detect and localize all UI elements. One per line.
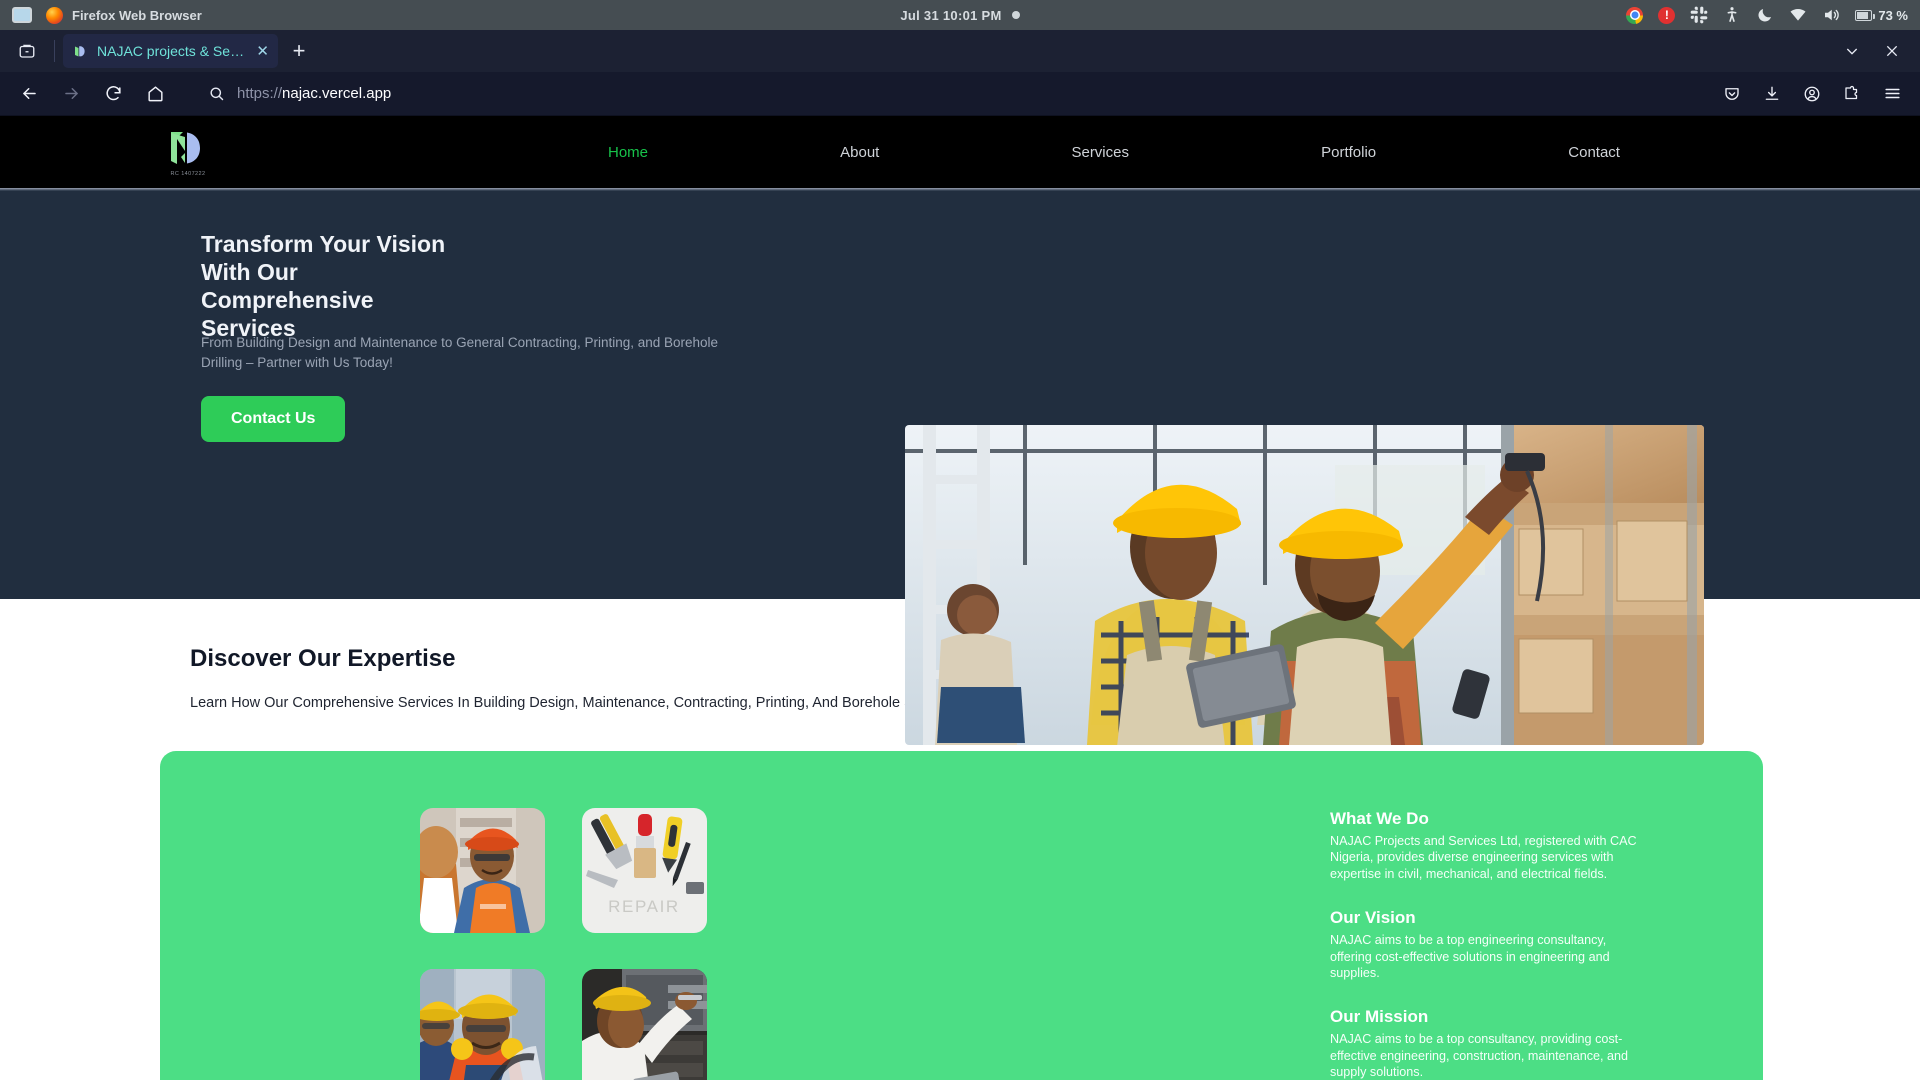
about-block-heading: Our Mission (1330, 1007, 1429, 1027)
wifi-icon[interactable] (1789, 6, 1807, 24)
active-app-indicator[interactable]: Firefox Web Browser (46, 6, 202, 24)
forward-icon[interactable] (54, 77, 88, 111)
nav-link-contact[interactable]: Contact (1568, 144, 1620, 161)
toolbar-actions (1723, 84, 1908, 103)
about-block-our-vision: Our Vision NAJAC aims to be a top engine… (1330, 908, 1650, 981)
svg-text:REPAIR: REPAIR (608, 897, 680, 916)
slack-icon[interactable] (1690, 6, 1708, 24)
nav-link-about[interactable]: About (840, 144, 879, 161)
chrome-icon[interactable] (1626, 6, 1644, 24)
battery-status[interactable]: 73 % (1855, 8, 1908, 23)
nav-link-home[interactable]: Home (608, 144, 648, 161)
search-icon (208, 85, 225, 102)
about-block-heading: Our Vision (1330, 908, 1416, 928)
pocket-icon[interactable] (1723, 85, 1741, 103)
back-icon[interactable] (12, 77, 46, 111)
extensions-icon[interactable] (1843, 85, 1861, 103)
about-text-blocks: What We Do NAJAC Projects and Services L… (1330, 809, 1650, 1080)
about-image-engineers (420, 969, 545, 1080)
contact-us-button[interactable]: Contact Us (201, 396, 346, 442)
about-image-repair-tools: REPAIR (582, 808, 707, 933)
hamburger-menu-icon[interactable] (1883, 84, 1902, 103)
site-logo[interactable]: RC 1407222 (158, 127, 218, 177)
hero-heading: Transform Your Vision With Our Comprehen… (201, 231, 446, 341)
home-icon[interactable] (138, 77, 172, 111)
accessibility-icon[interactable] (1723, 6, 1741, 24)
firefox-logo-icon (46, 6, 63, 24)
hero-copy: Transform Your Vision With Our Comprehen… (0, 188, 720, 342)
about-block-what-we-do: What We Do NAJAC Projects and Services L… (1330, 809, 1650, 882)
account-icon[interactable] (1803, 85, 1821, 103)
window-close-icon[interactable] (1884, 43, 1900, 59)
tabstrip-divider (54, 40, 55, 62)
about-block-body: NAJAC aims to be a top engineering consu… (1330, 933, 1610, 981)
alert-icon[interactable]: ! (1658, 6, 1676, 24)
os-top-bar: Firefox Web Browser Jul 31 10:01 PM ! 73… (0, 0, 1920, 30)
os-bar-left: Firefox Web Browser (12, 6, 202, 24)
files-icon[interactable] (12, 7, 32, 23)
about-green-panel: REPAIR What We Do NAJAC Projects and Ser… (160, 751, 1763, 1080)
najac-favicon (72, 43, 88, 59)
najac-logo-icon (159, 127, 217, 169)
url-host: najac.vercel.app (282, 85, 392, 102)
close-icon[interactable]: ✕ (256, 44, 269, 59)
volume-icon[interactable] (1822, 6, 1840, 24)
about-block-body: NAJAC aims to be a top consultancy, prov… (1330, 1032, 1629, 1080)
about-block-body: NAJAC Projects and Services Ltd, registe… (1330, 834, 1637, 881)
battery-icon (1855, 9, 1876, 21)
browser-tab-strip: NAJAC projects & Service ✕ + (0, 30, 1920, 72)
browser-tab-title: NAJAC projects & Service (97, 43, 248, 59)
site-nav-links: Home About Services Portfolio Contact (218, 144, 1920, 161)
reload-icon[interactable] (96, 77, 130, 111)
downloads-icon[interactable] (1763, 85, 1781, 103)
moon-icon[interactable] (1756, 6, 1774, 24)
chevron-down-icon[interactable] (1844, 43, 1860, 59)
browser-tab[interactable]: NAJAC projects & Service ✕ (63, 34, 278, 68)
hero-section: Transform Your Vision With Our Comprehen… (0, 188, 1920, 745)
url-text: https://najac.vercel.app (237, 85, 391, 102)
web-page-viewport: RC 1407222 Home About Services Portfolio… (0, 116, 1920, 1080)
hero-subheading: From Building Design and Maintenance to … (201, 335, 719, 370)
battery-percent-label: 73 % (1878, 7, 1908, 23)
system-tray: ! 73 % (1626, 6, 1908, 24)
about-image-grid: REPAIR (420, 808, 720, 1080)
logo-rc-number: RC 1407222 (170, 171, 206, 177)
system-clock[interactable]: Jul 31 10:01 PM (900, 8, 1001, 23)
url-bar[interactable]: https://najac.vercel.app (194, 78, 1699, 110)
nav-link-services[interactable]: Services (1071, 144, 1129, 161)
active-app-title: Firefox Web Browser (72, 7, 202, 23)
about-block-heading: What We Do (1330, 809, 1429, 828)
new-tab-button[interactable]: + (282, 34, 316, 68)
nav-link-portfolio[interactable]: Portfolio (1321, 144, 1376, 161)
window-controls (1844, 43, 1912, 59)
hero-image (905, 425, 1704, 745)
about-block-our-mission: Our Mission NAJAC aims to be a top consu… (1330, 1007, 1650, 1080)
url-scheme: https:// (237, 85, 283, 102)
tab-list-icon[interactable] (8, 34, 46, 68)
recording-dot-icon (1011, 11, 1020, 19)
about-image-technician (582, 969, 707, 1080)
browser-toolbar: https://najac.vercel.app (0, 72, 1920, 116)
about-image-worker (420, 808, 545, 933)
site-navigation-bar: RC 1407222 Home About Services Portfolio… (0, 116, 1920, 188)
